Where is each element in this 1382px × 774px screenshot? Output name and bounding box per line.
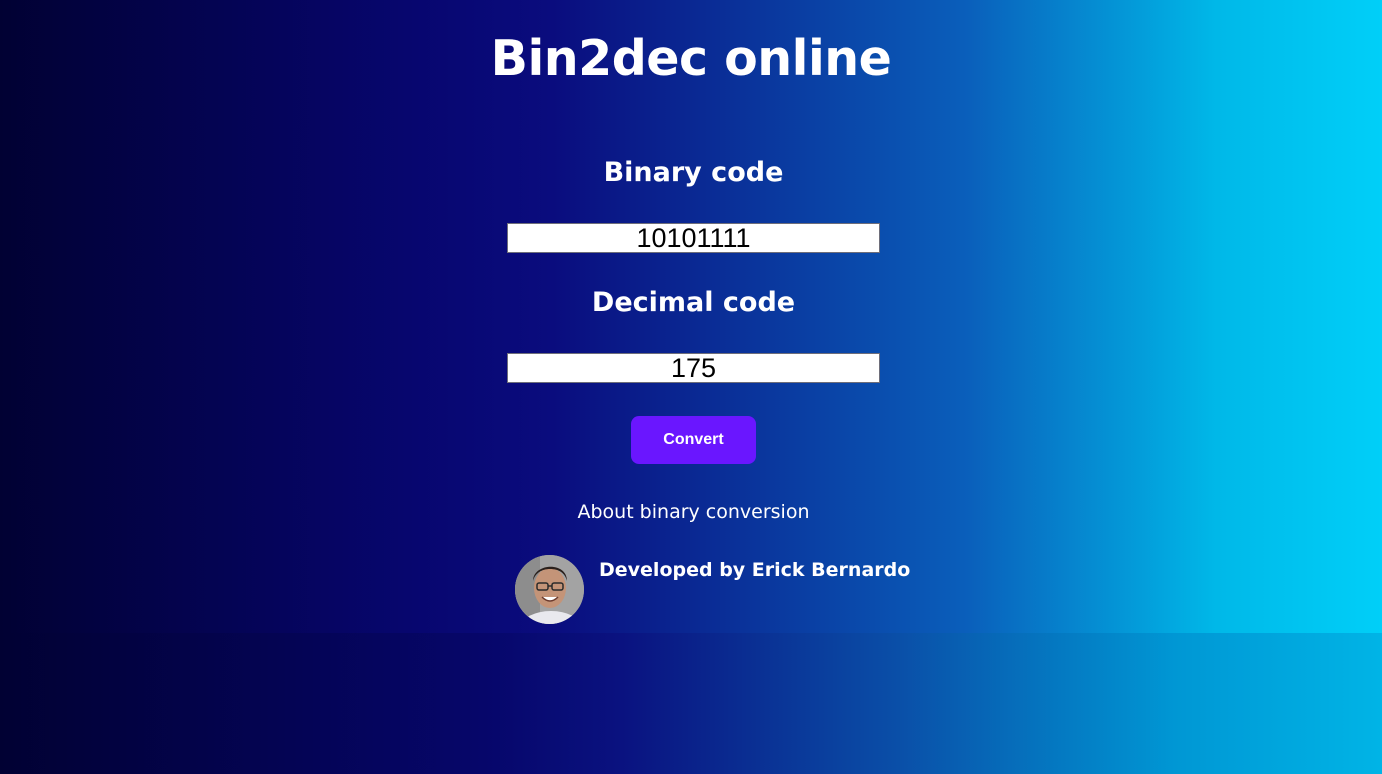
about-section: About binary conversion bbox=[0, 501, 1382, 523]
binary-code-label: Binary code bbox=[603, 157, 784, 188]
page-background bbox=[0, 633, 1382, 774]
binary-input[interactable] bbox=[507, 223, 880, 253]
decimal-code-label: Decimal code bbox=[591, 287, 796, 318]
page-title: Bin2dec online bbox=[490, 30, 892, 87]
avatar-photo-icon bbox=[515, 555, 584, 624]
about-binary-conversion-link[interactable]: About binary conversion bbox=[577, 501, 809, 523]
developer-credit: Developed by Erick Bernardo bbox=[599, 559, 911, 581]
developer-avatar bbox=[515, 555, 584, 624]
convert-button[interactable]: Convert bbox=[631, 416, 756, 464]
decimal-output[interactable] bbox=[507, 353, 880, 383]
